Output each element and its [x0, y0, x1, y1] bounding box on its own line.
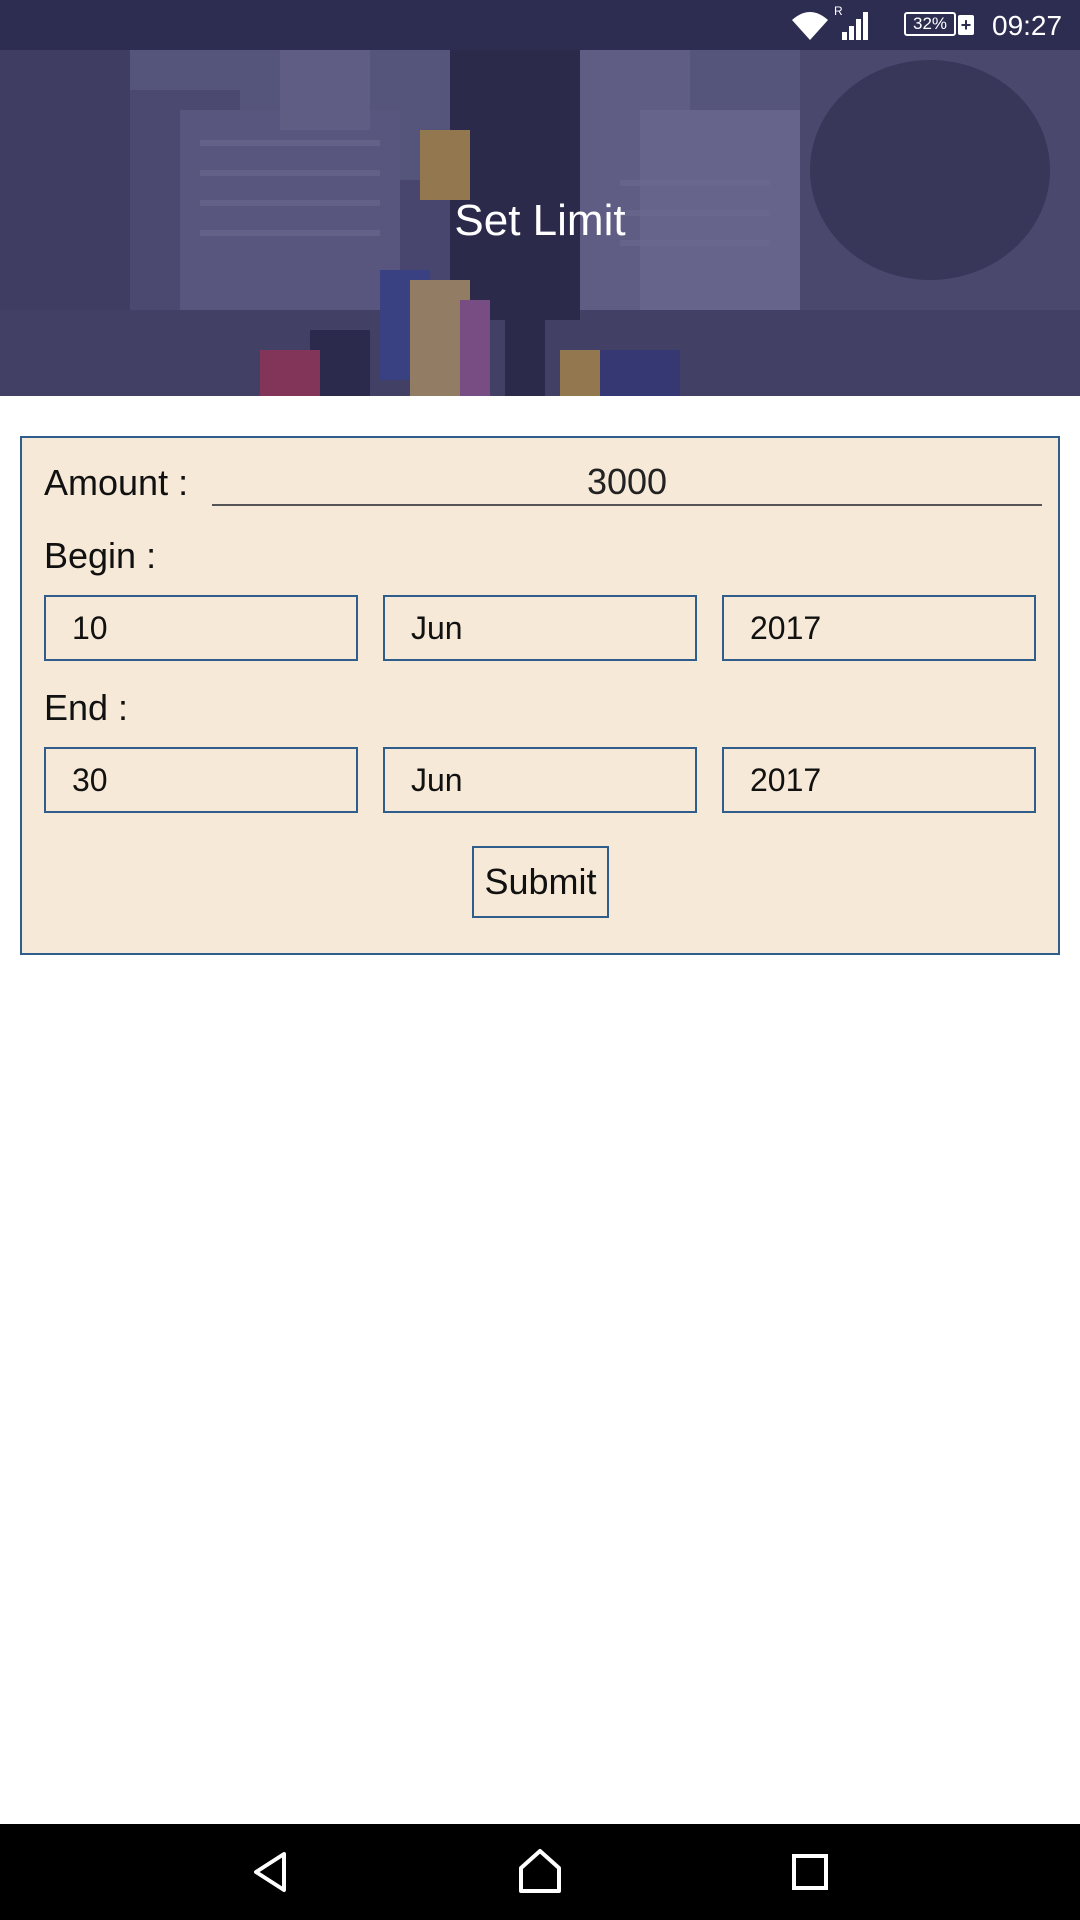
back-icon[interactable] [246, 1848, 294, 1896]
wifi-icon [792, 12, 828, 40]
begin-day-field[interactable]: 10 [44, 595, 358, 661]
home-icon[interactable] [515, 1846, 565, 1896]
navigation-bar [0, 1824, 1080, 1920]
end-label: End : [44, 687, 129, 728]
end-day-field[interactable]: 30 [44, 747, 358, 813]
amount-label: Amount : [44, 462, 189, 503]
end-year-field[interactable]: 2017 [722, 747, 1036, 813]
page-title: Set Limit [454, 196, 626, 245]
recents-icon[interactable] [790, 1852, 830, 1892]
begin-month-field[interactable]: Jun [383, 595, 697, 661]
battery-charging-plus: + [958, 15, 974, 35]
begin-year-field[interactable]: 2017 [722, 595, 1036, 661]
amount-input[interactable] [212, 460, 1042, 506]
header-banner: Set Limit [0, 50, 1080, 396]
cell-signal-icon [842, 12, 868, 40]
battery-percent: 32% [904, 12, 956, 36]
set-limit-form: Amount : Begin : 10 Jun 2017 End : 30 Ju… [20, 436, 1060, 955]
status-bar: R 32% + 09:27 [0, 0, 1080, 50]
begin-label: Begin : [44, 535, 157, 576]
battery-icon: 32% + [904, 12, 976, 38]
clock: 09:27 [992, 10, 1063, 41]
submit-button[interactable]: Submit [472, 846, 609, 918]
end-month-field[interactable]: Jun [383, 747, 697, 813]
